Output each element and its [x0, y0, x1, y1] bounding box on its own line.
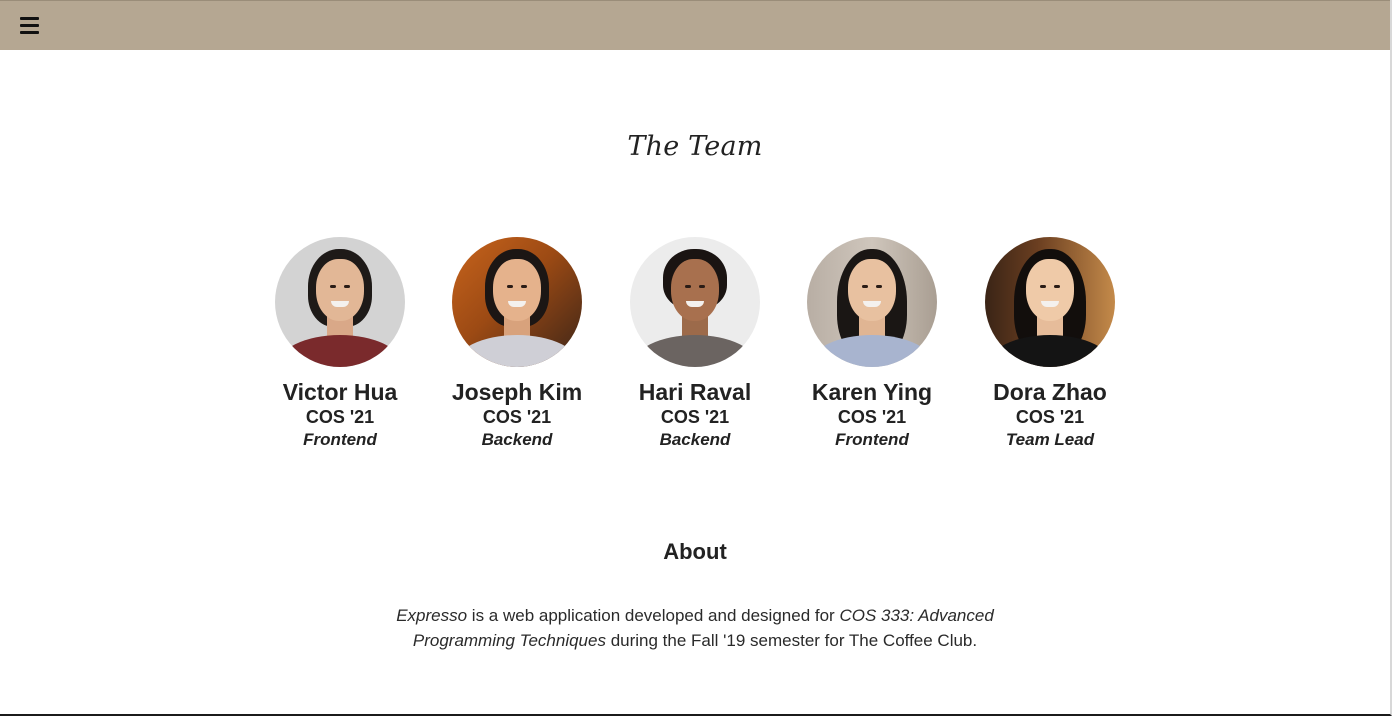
member-name: Karen Ying	[811, 379, 933, 405]
team-member-card: Dora Zhao COS '21 Team Lead	[961, 237, 1139, 451]
about-text-part1: is a web application developed and desig…	[467, 606, 840, 625]
page: The Team Victor Hua COS '21 Frontend Jos…	[0, 0, 1392, 716]
about-paragraph: Expresso is a web application developed …	[365, 603, 1025, 653]
avatar	[452, 237, 582, 367]
team-member-card: Karen Ying COS '21 Frontend	[783, 237, 961, 451]
member-role: Frontend	[303, 430, 377, 449]
member-name: Joseph Kim	[451, 379, 583, 405]
team-member-card: Hari Raval COS '21 Backend	[606, 237, 784, 451]
team-member-card: Victor Hua COS '21 Frontend	[251, 237, 429, 451]
avatar	[807, 237, 937, 367]
member-role: Backend	[481, 430, 553, 449]
about-text-part2: during the Fall '19 semester for The Cof…	[605, 631, 978, 650]
team-title: The Team	[627, 131, 763, 162]
top-nav-bar	[0, 0, 1390, 50]
hamburger-menu-icon[interactable]	[20, 17, 39, 34]
member-name: Victor Hua	[282, 379, 398, 405]
avatar	[985, 237, 1115, 367]
member-role: Backend	[659, 430, 731, 449]
avatar	[630, 237, 760, 367]
member-name: Hari Raval	[638, 379, 752, 405]
member-class-year: COS '21	[1015, 407, 1085, 427]
about-heading: About	[663, 539, 727, 564]
member-name: Dora Zhao	[993, 379, 1107, 405]
member-class-year: COS '21	[482, 407, 552, 427]
member-role: Frontend	[835, 430, 909, 449]
avatar	[275, 237, 405, 367]
member-role: Team Lead	[1005, 430, 1095, 449]
member-class-year: COS '21	[660, 407, 730, 427]
member-class-year: COS '21	[837, 407, 907, 427]
member-class-year: COS '21	[305, 407, 375, 427]
app-name: Expresso	[396, 606, 468, 625]
team-member-card: Joseph Kim COS '21 Backend	[428, 237, 606, 451]
